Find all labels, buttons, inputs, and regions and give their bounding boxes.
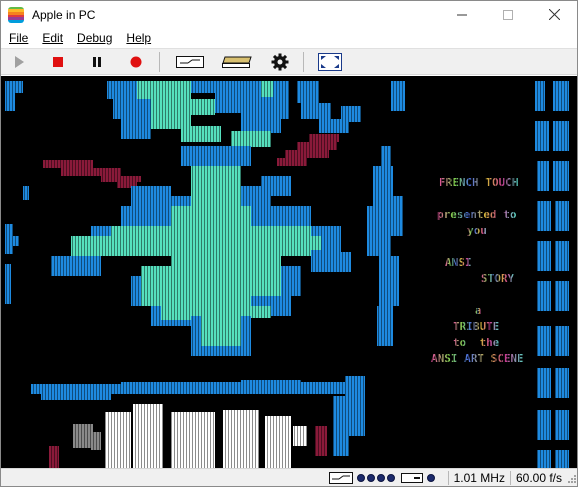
window-title: Apple in PC	[32, 7, 96, 22]
minimize-icon	[457, 14, 467, 15]
status-separator	[509, 470, 511, 485]
screen-text-line: to the	[453, 336, 500, 349]
drive-status-indicators	[328, 471, 435, 484]
toolbar-separator	[303, 51, 304, 72]
title-bar[interactable]: Apple in PC	[1, 1, 577, 28]
fullscreen-button[interactable]	[317, 50, 343, 74]
record-icon	[130, 56, 142, 67]
play-icon	[15, 55, 24, 68]
play-button[interactable]	[6, 50, 32, 74]
keyboard-icon	[222, 56, 252, 68]
maximize-button[interactable]	[485, 1, 531, 28]
menu-edit-label: Edit	[42, 31, 64, 45]
drive-led-icon	[376, 473, 385, 482]
record-button[interactable]	[123, 50, 149, 74]
menu-help[interactable]: Help	[119, 28, 158, 48]
stop-icon	[53, 56, 63, 67]
screen-text-line: presented to	[437, 208, 517, 221]
resize-grip-icon[interactable]	[565, 471, 577, 485]
menu-file-label: File	[9, 31, 29, 45]
disk-drive-status-icon	[328, 471, 353, 484]
close-button[interactable]	[531, 1, 577, 28]
menu-debug[interactable]: Debug	[70, 28, 119, 48]
minimize-button[interactable]	[439, 1, 485, 28]
settings-button[interactable]	[267, 50, 293, 74]
menu-bar: File Edit Debug Help	[1, 28, 577, 48]
frame-rate: 60.00 f/s	[515, 470, 562, 485]
menu-debug-label: Debug	[77, 31, 113, 45]
drive-led-icon	[356, 473, 365, 482]
toolbar-separator	[159, 51, 160, 72]
screen-text-line: you	[467, 224, 487, 237]
drive-led-icon	[386, 473, 395, 482]
menu-edit[interactable]: Edit	[35, 28, 70, 48]
pause-button[interactable]	[84, 50, 110, 74]
fullscreen-icon	[318, 52, 342, 71]
keyboard-button[interactable]	[220, 50, 254, 74]
window-controls	[439, 1, 577, 28]
gear-icon	[271, 53, 289, 70]
pause-icon	[93, 56, 101, 67]
menu-file[interactable]: File	[1, 28, 35, 48]
screen-text-line: STORY	[481, 272, 515, 285]
emulator-screen[interactable]: FRENCH TOUCH presented to you ANSI STORY…	[1, 76, 577, 468]
maximize-icon	[503, 9, 513, 20]
disk-drive-button[interactable]	[173, 50, 207, 74]
close-icon	[548, 9, 560, 20]
apple-logo-icon	[8, 6, 24, 23]
toolbar	[1, 48, 577, 75]
drive-led-icon	[426, 473, 435, 482]
screen-text-line: TRIBUTE	[453, 320, 500, 333]
screen-text-line: ANSI ART SCENE	[431, 352, 524, 365]
app-window: Apple in PC File Edit Debug Help FRENCH …	[0, 0, 578, 487]
cpu-speed: 1.01 MHz	[453, 470, 505, 485]
menu-help-label: Help	[126, 31, 152, 45]
status-separator	[447, 470, 449, 485]
status-bar: 1.01 MHz 60.00 f/s	[1, 468, 577, 486]
drive-slot-icon	[400, 472, 423, 483]
screen-text-line: a	[475, 304, 482, 317]
screen-text-line: ANSI	[445, 256, 472, 269]
stop-button[interactable]	[45, 50, 71, 74]
drive-led-icon	[366, 473, 375, 482]
disk-drive-icon	[176, 55, 204, 68]
screen-text-line: FRENCH TOUCH	[439, 176, 519, 189]
